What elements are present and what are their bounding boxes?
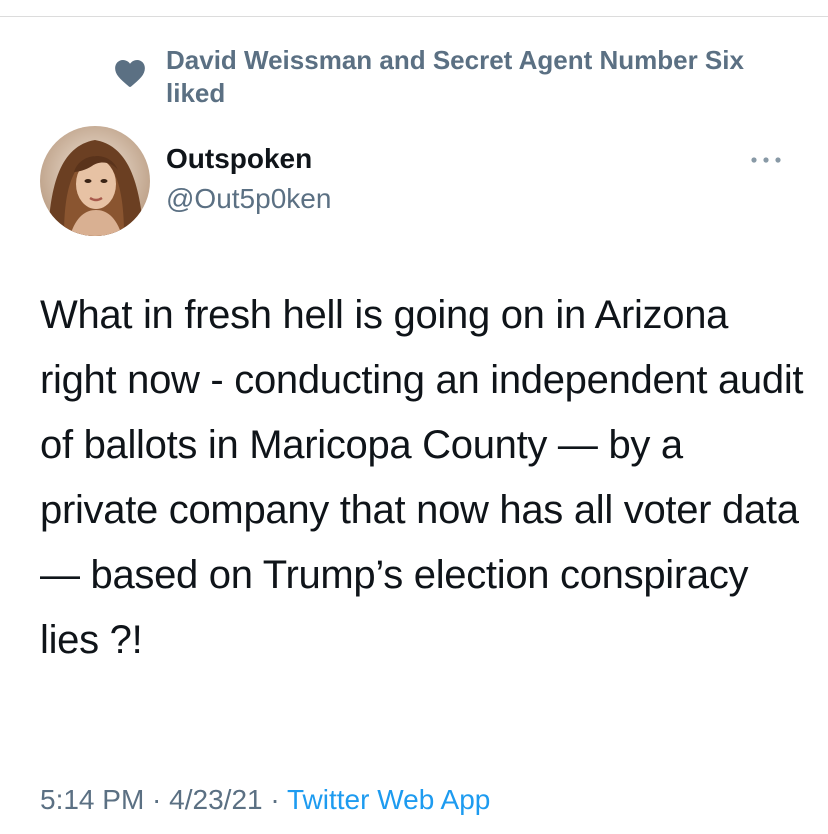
author-names: Outspoken @Out5p0ken: [166, 142, 331, 216]
more-options-button[interactable]: [746, 148, 786, 172]
heart-icon: [112, 54, 148, 90]
top-divider: [0, 16, 828, 17]
tweet-date[interactable]: 4/23/21: [169, 784, 262, 815]
avatar[interactable]: [40, 126, 150, 236]
tweet-meta: 5:14 PM · 4/23/21 · Twitter Web App: [40, 782, 490, 818]
social-context[interactable]: David Weissman and Secret Agent Number S…: [112, 44, 792, 110]
tweet-text: What in fresh hell is going on in Arizon…: [40, 293, 804, 662]
more-icon: [750, 151, 782, 169]
tweet-page: David Weissman and Secret Agent Number S…: [0, 0, 828, 834]
handle[interactable]: @Out5p0ken: [166, 182, 331, 216]
meta-separator: ·: [144, 784, 170, 815]
tweet-source-link[interactable]: Twitter Web App: [287, 784, 490, 815]
display-name[interactable]: Outspoken: [166, 142, 331, 176]
social-context-text: David Weissman and Secret Agent Number S…: [166, 45, 744, 108]
tweet-author: Outspoken @Out5p0ken: [40, 126, 800, 238]
tweet-time[interactable]: 5:14 PM: [40, 784, 144, 815]
meta-separator-2: ·: [262, 784, 287, 815]
